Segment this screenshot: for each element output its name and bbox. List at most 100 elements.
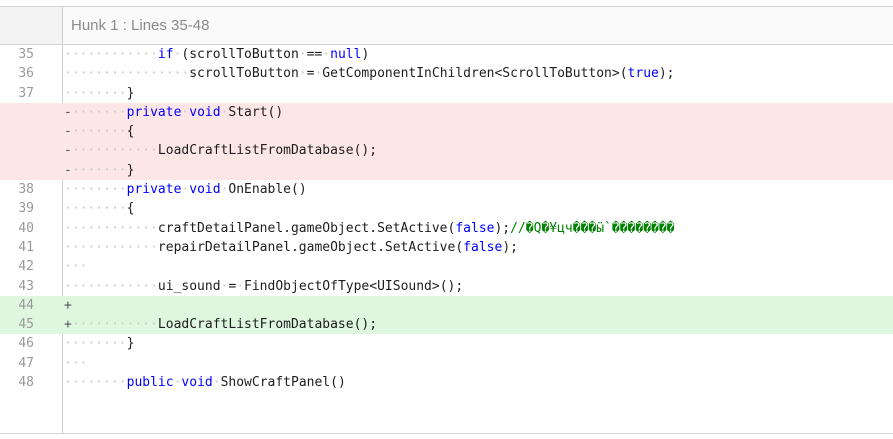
- added-line: 44 +: [0, 295, 893, 316]
- context-line: 38 ········private·void·OnEnable(): [0, 180, 893, 199]
- code-token: GetComponentInChildren<ScrollToButton>(: [322, 66, 628, 82]
- deletion-marker: -: [64, 104, 72, 120]
- line-number: 37: [18, 85, 34, 101]
- code-text: ············repairDetailPanel.gameObject…: [64, 238, 518, 257]
- whitespace-dots: ········: [64, 182, 127, 198]
- whitespace-dots: ·······: [71, 162, 127, 178]
- whitespace-dot: ·: [298, 66, 307, 82]
- deleted-line: -·······private·void·Start(): [0, 102, 893, 123]
- whitespace-dot: ·: [298, 47, 307, 62]
- context-line: 48 ········public·void·ShowCraftPanel(): [0, 373, 893, 392]
- whitespace-dots: ············: [64, 220, 158, 236]
- whitespace-dots: ············: [64, 239, 158, 255]
- deletion-marker: -: [64, 143, 72, 159]
- code-token: ui_sound: [157, 278, 221, 294]
- code-token: );: [494, 220, 511, 236]
- whitespace-dot: ·: [322, 47, 331, 62]
- line-number: 48: [18, 375, 34, 391]
- code-text: -···········LoadCraftListFromDatabase();: [64, 141, 377, 160]
- code-token: craftDetailPanel.gameObject.SetActive(: [157, 220, 456, 236]
- added-line: 45 +···········LoadCraftListFromDatabase(…: [0, 315, 893, 335]
- code-text: ············ui_sound·=·FindObjectOfType<…: [64, 277, 463, 296]
- context-line: 42 ···: [0, 257, 893, 276]
- context-line: 47 ···: [0, 354, 893, 373]
- code-text: ········public·void·ShowCraftPanel(): [64, 373, 346, 392]
- code-text: ········}: [64, 334, 134, 353]
- code-text: ········}: [64, 84, 134, 103]
- code-text: -·······private·void·Start(): [64, 103, 283, 122]
- context-line: 39 ········{: [0, 199, 893, 218]
- addition-marker: +: [64, 297, 72, 313]
- whitespace-dots: ············: [64, 278, 158, 294]
- deleted-line: -···········LoadCraftListFromDatabase();: [0, 141, 893, 161]
- code-token: FindObjectOfType<UISound>();: [244, 278, 464, 294]
- context-line: 43 ············ui_sound·=·FindObjectOfTyp…: [0, 277, 893, 296]
- context-line: 36 ················scrollToButton·=·GetCo…: [0, 64, 893, 83]
- line-number: 44: [18, 297, 34, 313]
- context-line: 35 ············if·(scrollToButton·==·null…: [0, 45, 893, 64]
- whitespace-dot: ·: [212, 375, 221, 391]
- context-line: 40 ············craftDetailPanel.gameObjec…: [0, 219, 893, 238]
- line-number: 41: [18, 239, 34, 255]
- hunk-title: Hunk 1 : Lines 35-48: [71, 17, 210, 34]
- whitespace-dots: ·······: [71, 124, 127, 140]
- deletion-marker: -: [64, 162, 72, 178]
- whitespace-dots: ················: [64, 66, 190, 82]
- keyword-token: false: [455, 220, 495, 236]
- code-text: ············craftDetailPanel.gameObject.…: [64, 219, 675, 238]
- code-token: {: [126, 201, 135, 217]
- code-token: LoadCraftListFromDatabase();: [157, 143, 378, 159]
- whitespace-dots: ···: [64, 355, 88, 371]
- code-token: {: [126, 124, 135, 140]
- line-number: 36: [18, 66, 34, 82]
- code-token: Start(): [228, 104, 284, 120]
- whitespace-dots: ···: [64, 259, 88, 275]
- line-number: 38: [18, 182, 34, 198]
- code-token: ==: [306, 47, 323, 62]
- line-number: 35: [18, 47, 34, 62]
- code-text: ···: [64, 257, 87, 276]
- keyword-token: void: [189, 182, 221, 198]
- whitespace-dots: ···········: [71, 317, 158, 333]
- whitespace-dots: ········: [64, 375, 127, 391]
- keyword-token: null: [330, 47, 362, 62]
- keyword-token: false: [463, 239, 503, 255]
- line-number: 42: [18, 259, 34, 275]
- line-number: 39: [18, 201, 34, 217]
- context-line: 37 ········}: [0, 84, 893, 103]
- code-text: ············if·(scrollToButton·==·null): [64, 45, 369, 64]
- whitespace-dots: ········: [64, 85, 127, 101]
- line-number: 40: [18, 220, 34, 236]
- line-number: 43: [18, 278, 34, 294]
- addition-marker: +: [64, 317, 72, 333]
- whitespace-dot: ·: [236, 278, 245, 294]
- deleted-line: -·······{: [0, 122, 893, 142]
- code-token: OnEnable(): [228, 182, 307, 198]
- code-token: LoadCraftListFromDatabase();: [157, 317, 378, 333]
- whitespace-dots: ············: [64, 47, 158, 62]
- keyword-token: void: [181, 375, 213, 391]
- code-text: ········{: [64, 199, 134, 218]
- bottom-divider: [0, 433, 893, 434]
- line-number: 47: [18, 355, 34, 371]
- whitespace-dots: ········: [64, 336, 127, 352]
- code-token: scrollToButton: [189, 66, 299, 82]
- hunk-header-gutter: [0, 7, 63, 44]
- code-token: (scrollToButton: [181, 47, 299, 62]
- diff-code-view: 35 ············if·(scrollToButton·==·null…: [0, 45, 893, 392]
- code-text: -·······{: [64, 122, 134, 141]
- code-text: ················scrollToButton·=·GetComp…: [64, 64, 675, 83]
- code-token: ): [361, 47, 370, 62]
- comment-token: //�Q�¥цч���ӹ`��������: [510, 220, 675, 236]
- context-line: 41 ············repairDetailPanel.gameObje…: [0, 238, 893, 257]
- code-token: repairDetailPanel.gameObject.SetActive(: [157, 239, 464, 255]
- code-text: ········private·void·OnEnable(): [64, 180, 307, 199]
- code-token: }: [126, 336, 135, 352]
- keyword-token: void: [189, 104, 221, 120]
- code-token: }: [126, 85, 135, 101]
- line-number: 45: [18, 317, 34, 333]
- context-line: 46 ········}: [0, 334, 893, 353]
- code-token: );: [502, 239, 518, 255]
- code-token: }: [126, 162, 135, 178]
- keyword-token: private: [126, 104, 182, 120]
